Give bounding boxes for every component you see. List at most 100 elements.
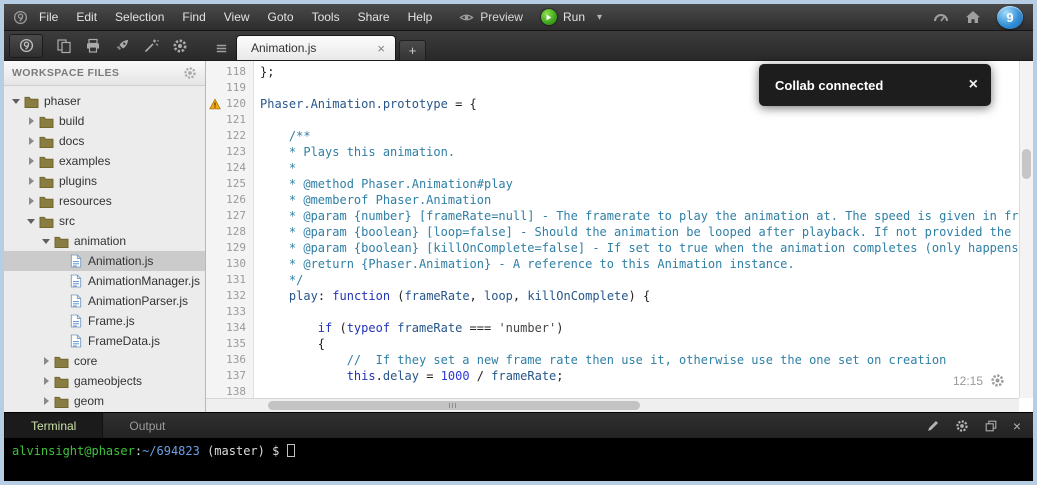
line-number[interactable]: 128 <box>206 224 253 240</box>
menu-find[interactable]: Find <box>173 4 214 30</box>
vertical-scroll-thumb[interactable] <box>1022 149 1031 179</box>
chevron-expanded-icon[interactable] <box>40 238 52 244</box>
menu-selection[interactable]: Selection <box>106 4 173 30</box>
deploy-rocket-icon[interactable] <box>114 38 130 54</box>
tree-folder-gameobjects[interactable]: gameobjects <box>4 371 205 391</box>
run-button[interactable]: Run <box>540 9 585 25</box>
line-number[interactable]: 135 <box>206 336 253 352</box>
code-line-130[interactable]: * @return {Phaser.Animation} - A referen… <box>260 256 1019 272</box>
line-number[interactable]: 129 <box>206 240 253 256</box>
new-tab-button[interactable]: + <box>399 40 426 60</box>
console-settings-gear-icon[interactable] <box>955 419 969 433</box>
horizontal-scroll-thumb[interactable] <box>268 401 640 410</box>
line-number[interactable]: 122 <box>206 128 253 144</box>
tab-close-icon[interactable]: × <box>361 41 385 56</box>
copy-pages-icon[interactable] <box>56 38 72 54</box>
menu-share[interactable]: Share <box>349 4 399 30</box>
chevron-expanded-icon[interactable] <box>10 98 22 104</box>
tree-folder-animation[interactable]: animation <box>4 231 205 251</box>
tree-folder-build[interactable]: build <box>4 111 205 131</box>
code-line-132[interactable]: play: function (frameRate, loop, killOnC… <box>260 288 1019 304</box>
tree-folder-docs[interactable]: docs <box>4 131 205 151</box>
line-number[interactable]: 123 <box>206 144 253 160</box>
print-icon[interactable] <box>85 38 101 54</box>
menu-help[interactable]: Help <box>399 4 442 30</box>
editor[interactable]: 118 119 120 121 122 123 124 125 126 127 128 129 130 1… <box>206 61 1033 412</box>
close-console-icon[interactable]: × <box>1013 419 1021 433</box>
tree-folder-phaser[interactable]: phaser <box>4 91 205 111</box>
console-tab-terminal[interactable]: Terminal <box>4 413 104 438</box>
cloud9-logo[interactable]: 9 <box>997 5 1023 29</box>
menu-file[interactable]: File <box>30 4 67 30</box>
line-number[interactable]: 131 <box>206 272 253 288</box>
line-number[interactable]: 127 <box>206 208 253 224</box>
code-line-137[interactable]: this.delay = 1000 / frameRate; <box>260 368 1019 384</box>
code-line-123[interactable]: * Plays this animation. <box>260 144 1019 160</box>
tab-animation-js[interactable]: Animation.js × <box>236 35 396 60</box>
line-number[interactable]: 125 <box>206 176 253 192</box>
chevron-collapsed-icon[interactable] <box>40 377 52 385</box>
run-dropdown-chevron-icon[interactable]: ▾ <box>597 12 602 23</box>
console-tab-output[interactable]: Output <box>103 413 191 438</box>
tree-file-AnimationManager.js[interactable]: AnimationManager.js <box>4 271 205 291</box>
cloud9-menu-icon[interactable] <box>10 10 30 25</box>
code-line-128[interactable]: * @param {boolean} [loop=false] - Should… <box>260 224 1019 240</box>
terminal-cursor[interactable] <box>286 444 295 457</box>
tree-folder-plugins[interactable]: plugins <box>4 171 205 191</box>
line-number[interactable]: 130 <box>206 256 253 272</box>
magic-wand-icon[interactable] <box>143 38 159 54</box>
tree-folder-src[interactable]: src <box>4 211 205 231</box>
line-number[interactable]: 121 <box>206 112 253 128</box>
home-icon[interactable] <box>965 9 981 25</box>
tree-file-Frame.js[interactable]: Frame.js <box>4 311 205 331</box>
code-line-127[interactable]: * @param {number} [frameRate=null] - The… <box>260 208 1019 224</box>
line-number[interactable]: 134 <box>206 320 253 336</box>
code-line-134[interactable]: if (typeof frameRate === 'number') <box>260 320 1019 336</box>
chevron-collapsed-icon[interactable] <box>25 177 37 185</box>
tree-file-FrameData.js[interactable]: FrameData.js <box>4 331 205 351</box>
code-line-136[interactable]: // If they set a new frame rate then use… <box>260 352 1019 368</box>
line-number[interactable]: 132 <box>206 288 253 304</box>
line-number[interactable]: 136 <box>206 352 253 368</box>
code-line-124[interactable]: * <box>260 160 1019 176</box>
code-line-126[interactable]: * @memberof Phaser.Animation <box>260 192 1019 208</box>
tree-file-AnimationParser.js[interactable]: AnimationParser.js <box>4 291 205 311</box>
menu-edit[interactable]: Edit <box>67 4 106 30</box>
tab-list-icon[interactable] <box>210 38 232 58</box>
code-line-129[interactable]: * @param {boolean} [killOnComplete=false… <box>260 240 1019 256</box>
edit-pencil-icon[interactable] <box>926 419 940 433</box>
editor-settings-gear-icon[interactable] <box>990 373 1005 388</box>
tree-folder-geom[interactable]: geom <box>4 391 205 411</box>
line-number[interactable]: 118 <box>206 64 253 80</box>
line-number[interactable]: 126 <box>206 192 253 208</box>
line-number[interactable]: 119 <box>206 80 253 96</box>
terminal[interactable]: alvinsight@phaser:~/694823 (master) $ <box>4 438 1033 481</box>
tree-folder-core[interactable]: core <box>4 351 205 371</box>
menu-tools[interactable]: Tools <box>303 4 349 30</box>
chevron-collapsed-icon[interactable] <box>25 117 37 125</box>
warning-icon[interactable] <box>209 98 221 110</box>
code-line-125[interactable]: * @method Phaser.Animation#play <box>260 176 1019 192</box>
sidebar-settings-gear-icon[interactable] <box>183 66 197 80</box>
code-line-121[interactable] <box>260 112 1019 128</box>
line-number[interactable]: 124 <box>206 160 253 176</box>
chevron-collapsed-icon[interactable] <box>40 397 52 405</box>
tree-file-Animation.js[interactable]: Animation.js <box>4 251 205 271</box>
code-line-138[interactable] <box>260 384 1019 398</box>
tree-folder-resources[interactable]: resources <box>4 191 205 211</box>
preferences-gear-icon[interactable] <box>172 38 188 54</box>
code-line-131[interactable]: */ <box>260 272 1019 288</box>
tree-folder-examples[interactable]: examples <box>4 151 205 171</box>
code-area[interactable]: }; Phaser.Animation.prototype = { /** * P… <box>255 61 1019 398</box>
menu-view[interactable]: View <box>215 4 259 30</box>
line-number[interactable]: 137 <box>206 368 253 384</box>
vertical-scrollbar[interactable] <box>1019 61 1033 398</box>
chevron-collapsed-icon[interactable] <box>40 357 52 365</box>
chevron-collapsed-icon[interactable] <box>25 157 37 165</box>
chevron-collapsed-icon[interactable] <box>25 197 37 205</box>
line-number[interactable]: 133 <box>206 304 253 320</box>
stats-icon[interactable] <box>933 9 949 25</box>
toast-close-icon[interactable]: × <box>956 76 991 94</box>
maximize-panel-icon[interactable] <box>984 419 998 433</box>
workspace-nav-button[interactable] <box>9 33 43 58</box>
